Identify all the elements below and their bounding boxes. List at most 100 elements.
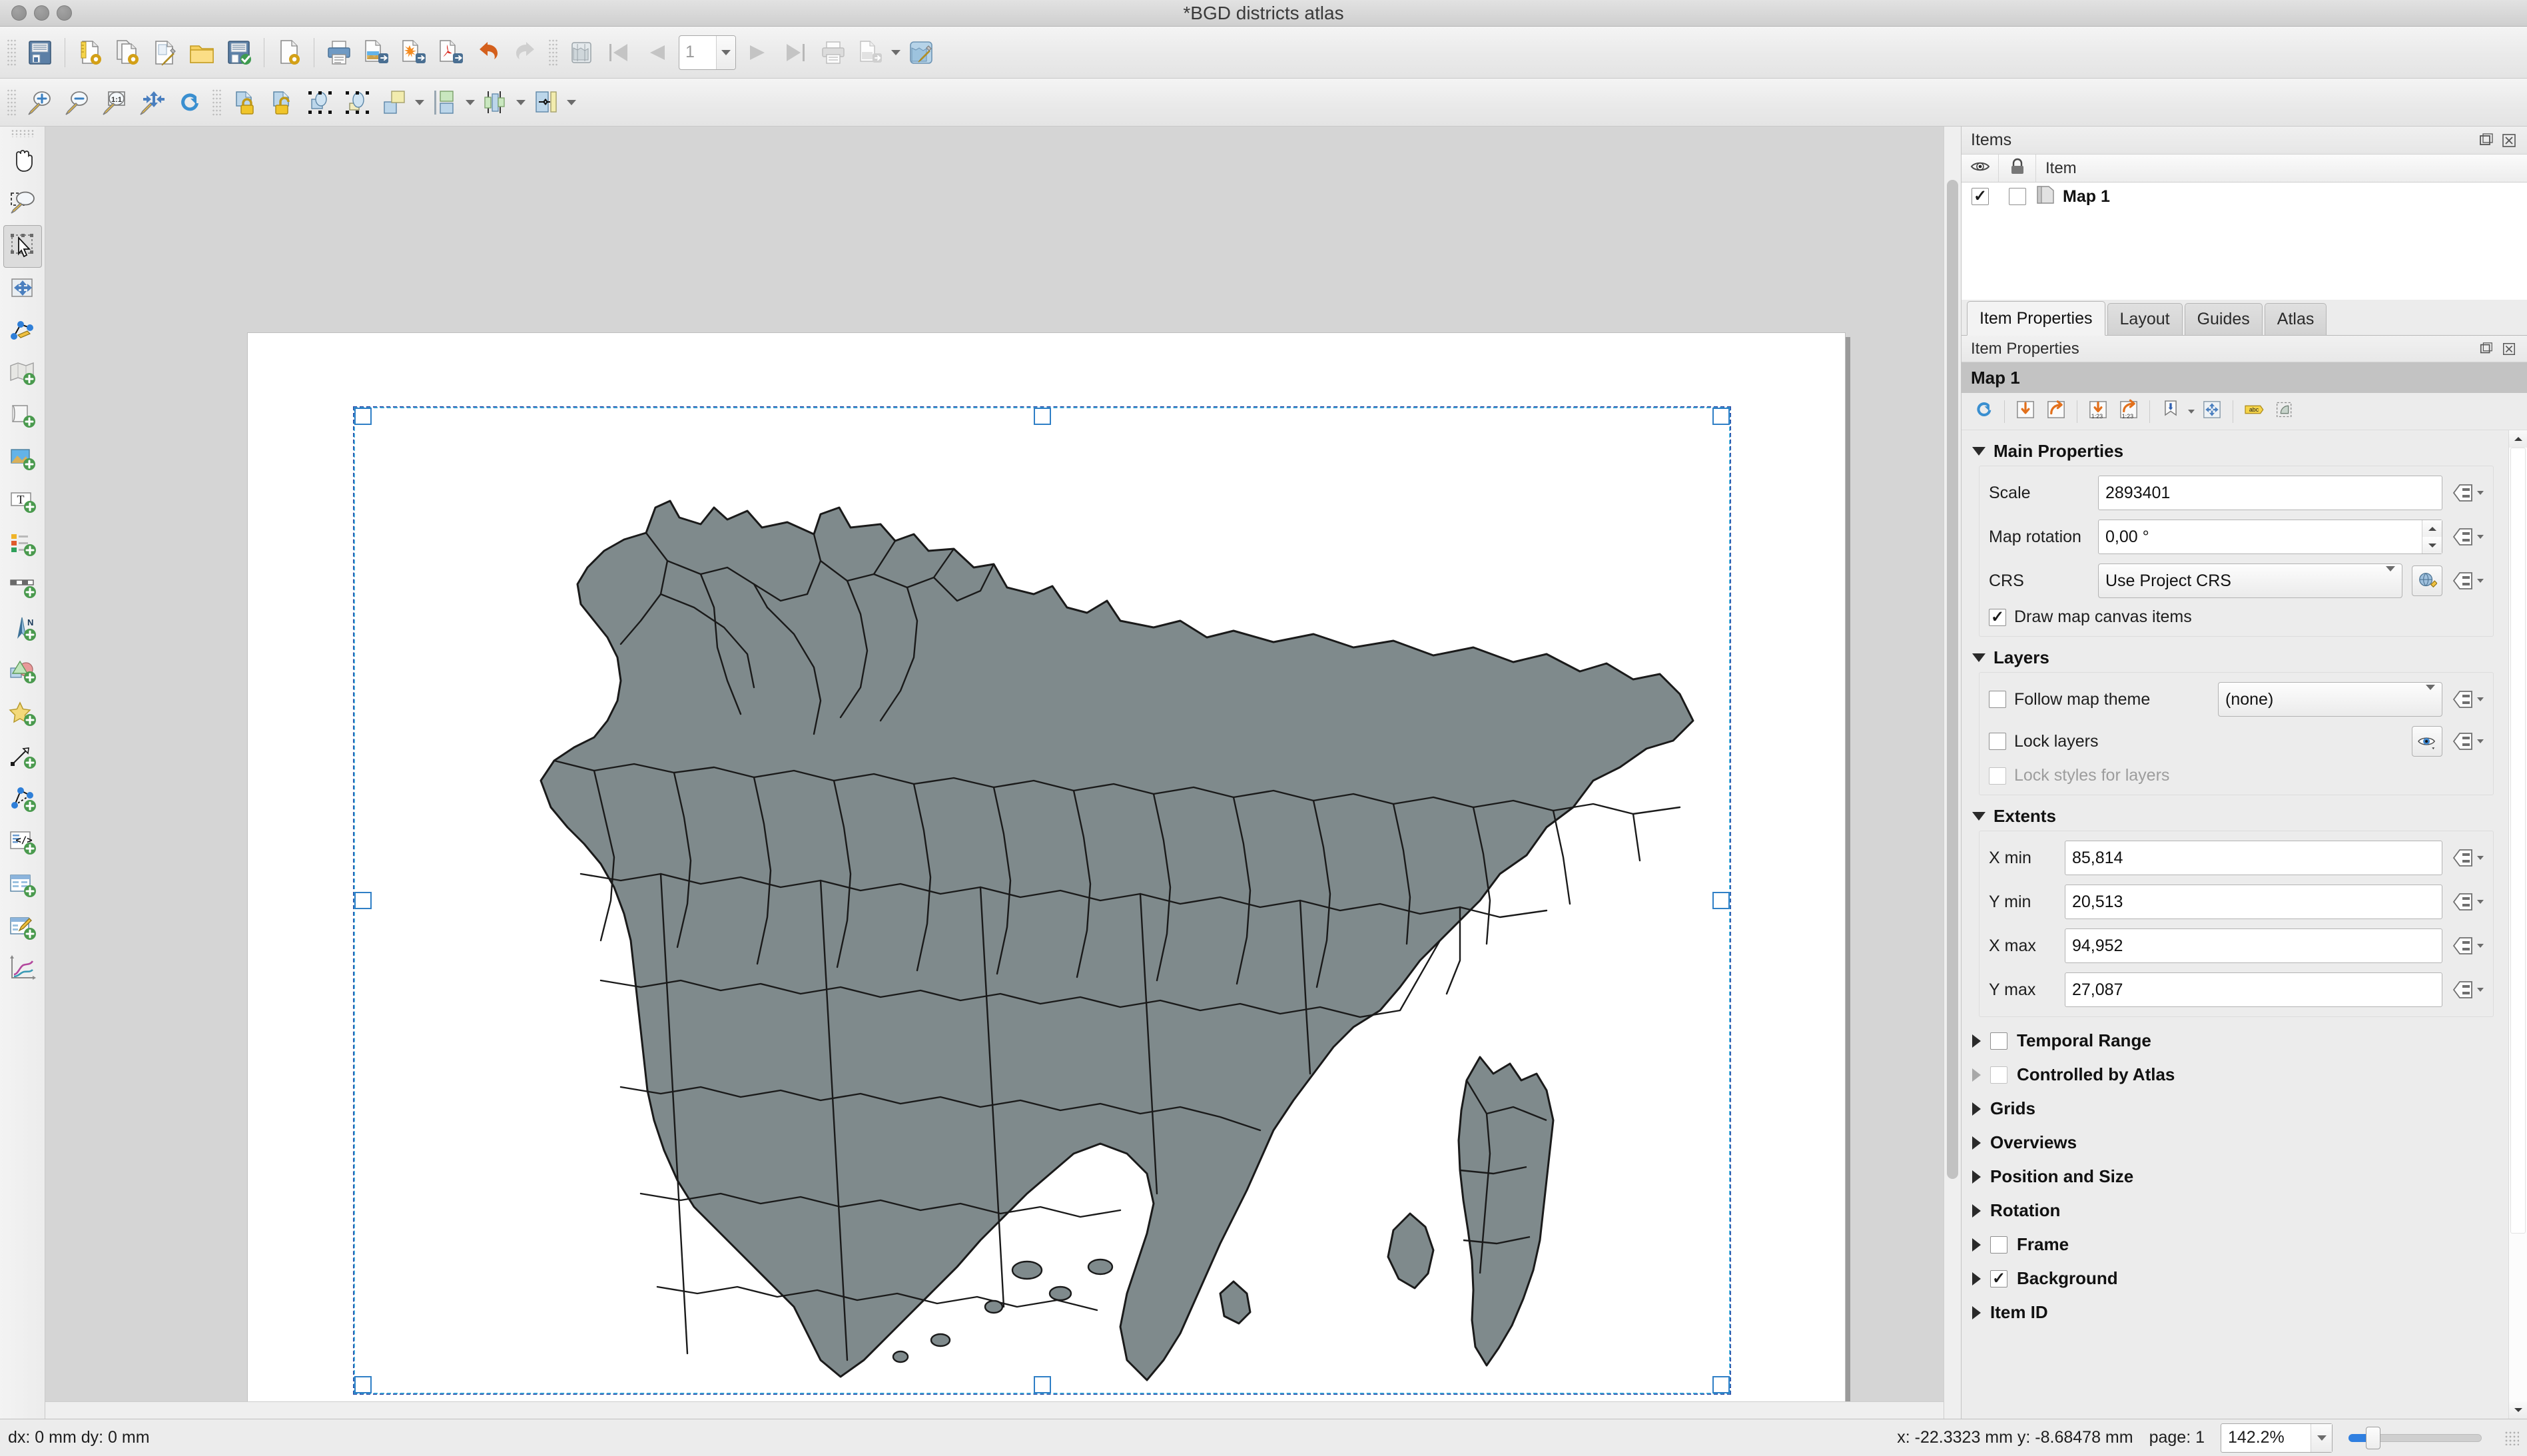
add-3d-map-tool[interactable] bbox=[3, 396, 42, 438]
xmax-data-defined-override[interactable] bbox=[2452, 933, 2484, 958]
add-legend-tool[interactable] bbox=[3, 524, 42, 566]
new-layout-button[interactable] bbox=[71, 34, 109, 71]
export-atlas-image-button[interactable] bbox=[852, 34, 889, 71]
toolbar-grip[interactable] bbox=[548, 38, 559, 67]
resize-handle-top-center[interactable] bbox=[1033, 408, 1051, 425]
labeling-settings-button[interactable]: abc bbox=[2239, 396, 2269, 427]
toolbar-grip[interactable] bbox=[7, 38, 17, 67]
overviews-section[interactable]: Overviews bbox=[1962, 1126, 2508, 1160]
set-map-scale-to-canvas-button[interactable]: 1:23 bbox=[2083, 396, 2113, 427]
position-and-size-section[interactable]: Position and Size bbox=[1962, 1160, 2508, 1194]
save-layout-button[interactable] bbox=[220, 34, 258, 71]
scroll-up-button[interactable] bbox=[2509, 430, 2527, 448]
main-properties-group-header[interactable]: Main Properties bbox=[1962, 437, 2508, 466]
zoom-fit-button[interactable] bbox=[133, 84, 171, 121]
export-atlas-dropdown[interactable] bbox=[889, 34, 902, 71]
add-attribute-table-tool[interactable] bbox=[3, 865, 42, 907]
add-north-arrow-tool[interactable]: N bbox=[3, 609, 42, 651]
raise-items-dropdown[interactable] bbox=[413, 84, 426, 121]
atlas-feature-dropdown[interactable] bbox=[717, 35, 735, 69]
update-map-preview-button[interactable] bbox=[1968, 396, 1999, 427]
extents-group-header[interactable]: Extents bbox=[1962, 802, 2508, 831]
map-rotation-stepper[interactable] bbox=[2422, 520, 2442, 553]
move-item-content-tool[interactable] bbox=[3, 268, 42, 310]
preview-atlas-button[interactable] bbox=[563, 34, 600, 71]
controlled-by-atlas-section[interactable]: Controlled by Atlas bbox=[1962, 1058, 2508, 1092]
close-icon[interactable] bbox=[2500, 132, 2518, 149]
save-project-button[interactable] bbox=[21, 34, 59, 71]
frame-checkbox[interactable] bbox=[1990, 1236, 2007, 1254]
add-arrow-tool[interactable] bbox=[3, 737, 42, 779]
first-feature-button[interactable] bbox=[600, 34, 637, 71]
item-lock-checkbox[interactable] bbox=[2009, 188, 2026, 205]
undock-icon[interactable] bbox=[2478, 340, 2495, 358]
close-icon[interactable] bbox=[2500, 340, 2518, 358]
draw-map-canvas-items-checkbox[interactable] bbox=[1989, 608, 2006, 626]
resize-handle-top-left[interactable] bbox=[354, 408, 372, 425]
lock-layers-checkbox[interactable] bbox=[1989, 733, 2006, 750]
add-map-tool[interactable] bbox=[3, 353, 42, 396]
duplicate-layout-button[interactable] bbox=[109, 34, 146, 71]
layout-manager-button[interactable] bbox=[146, 34, 183, 71]
lock-items-button[interactable] bbox=[226, 84, 264, 121]
zoom-slider[interactable] bbox=[2348, 1423, 2482, 1453]
group-items-button[interactable] bbox=[301, 84, 338, 121]
add-shape-tool[interactable] bbox=[3, 651, 42, 694]
print-layout-button[interactable] bbox=[320, 34, 358, 71]
crs-select[interactable]: Use Project CRS bbox=[2098, 563, 2402, 598]
redo-button[interactable] bbox=[507, 34, 544, 71]
view-extent-in-canvas-button[interactable] bbox=[2155, 396, 2186, 427]
add-node-item-tool[interactable] bbox=[3, 779, 42, 822]
tab-item-properties[interactable]: Item Properties bbox=[1967, 301, 2105, 336]
scroll-down-button[interactable] bbox=[2509, 1401, 2527, 1419]
item-lock-cell[interactable] bbox=[1999, 188, 2036, 205]
select-move-item-tool[interactable] bbox=[3, 225, 42, 268]
items-list[interactable]: Map 1 bbox=[1962, 182, 2527, 300]
scrollbar-thumb[interactable] bbox=[1947, 180, 1958, 1179]
refresh-view-button[interactable] bbox=[171, 84, 208, 121]
map-rotation-input[interactable]: 0,00 ° bbox=[2098, 520, 2442, 554]
close-button[interactable] bbox=[11, 5, 27, 21]
follow-map-theme-option[interactable]: Follow map theme bbox=[1989, 690, 2209, 709]
add-fixed-table-tool[interactable] bbox=[3, 907, 42, 950]
lock-layers-option[interactable]: Lock layers bbox=[1989, 732, 2402, 751]
interactive-edit-button[interactable] bbox=[2197, 396, 2227, 427]
stepper-down[interactable] bbox=[2422, 537, 2442, 553]
item-visibility-checkbox[interactable] bbox=[1972, 188, 1989, 205]
layout-page[interactable] bbox=[247, 332, 1846, 1419]
unlock-items-button[interactable] bbox=[264, 84, 301, 121]
stepper-up[interactable] bbox=[2422, 520, 2442, 537]
edit-nodes-tool[interactable] bbox=[3, 310, 42, 353]
next-feature-button[interactable] bbox=[740, 34, 777, 71]
export-image-button[interactable] bbox=[358, 34, 395, 71]
xmin-data-defined-override[interactable] bbox=[2452, 845, 2484, 871]
ymin-data-defined-override[interactable] bbox=[2452, 889, 2484, 914]
zoom-tool[interactable] bbox=[3, 182, 42, 225]
export-pdf-button[interactable] bbox=[432, 34, 470, 71]
choose-locked-layers-button[interactable] bbox=[2412, 726, 2442, 757]
item-visibility-cell[interactable] bbox=[1962, 188, 1999, 205]
window-resize-grip[interactable] bbox=[2504, 1430, 2519, 1445]
add-scalebar-tool[interactable] bbox=[3, 566, 42, 609]
export-svg-button[interactable] bbox=[395, 34, 432, 71]
window-controls[interactable] bbox=[0, 5, 72, 21]
rotation-section[interactable]: Rotation bbox=[1962, 1194, 2508, 1228]
add-marker-tool[interactable] bbox=[3, 694, 42, 737]
set-map-extent-to-canvas-button[interactable] bbox=[2010, 396, 2041, 427]
maximize-button[interactable] bbox=[57, 5, 72, 21]
minimize-button[interactable] bbox=[34, 5, 49, 21]
add-label-tool[interactable]: T bbox=[3, 481, 42, 524]
resize-handle-bottom-center[interactable] bbox=[1033, 1376, 1051, 1393]
crs-data-defined-override[interactable] bbox=[2452, 568, 2484, 593]
toolbar-grip[interactable] bbox=[10, 129, 35, 137]
clipping-settings-button[interactable] bbox=[2269, 396, 2300, 427]
table-row[interactable]: Map 1 bbox=[1962, 182, 2527, 210]
toolbar-grip[interactable] bbox=[7, 88, 17, 117]
resize-handle-bottom-left[interactable] bbox=[354, 1376, 372, 1393]
layout-canvas[interactable] bbox=[45, 127, 1961, 1419]
lower-items-button[interactable] bbox=[426, 84, 464, 121]
raise-items-button[interactable] bbox=[376, 84, 413, 121]
controlled-by-atlas-checkbox[interactable] bbox=[1990, 1066, 2007, 1084]
add-picture-tool[interactable] bbox=[3, 438, 42, 481]
print-atlas-button[interactable] bbox=[815, 34, 852, 71]
